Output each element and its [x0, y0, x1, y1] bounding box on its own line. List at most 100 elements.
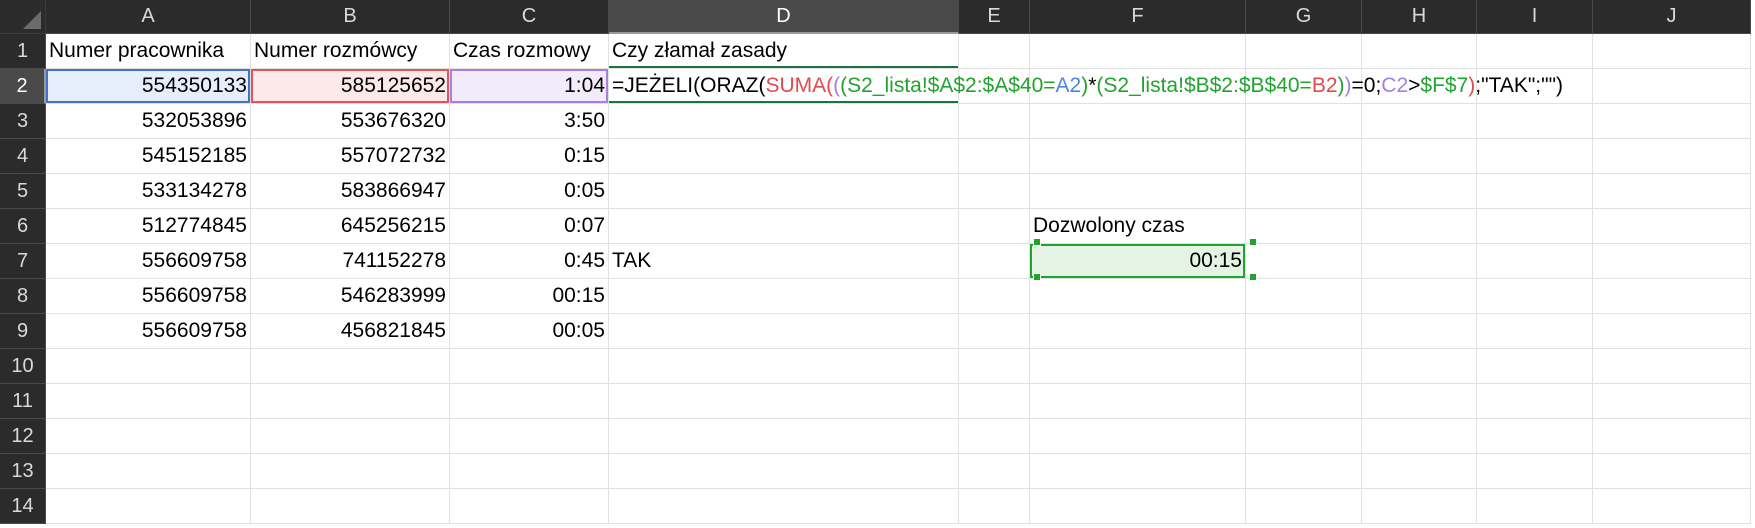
cell-h4[interactable] — [1362, 139, 1477, 174]
cell-a10[interactable] — [46, 349, 251, 384]
cell-h12[interactable] — [1362, 419, 1477, 454]
cell-d3[interactable] — [609, 104, 959, 139]
select-all-button[interactable] — [0, 0, 46, 34]
cell-g4[interactable] — [1246, 139, 1362, 174]
cell-i11[interactable] — [1477, 384, 1593, 419]
cell-c4[interactable]: 0:15 — [450, 139, 609, 174]
cell-e3[interactable] — [959, 104, 1030, 139]
cell-h9[interactable] — [1362, 314, 1477, 349]
cell-g5[interactable] — [1246, 174, 1362, 209]
cell-j10[interactable] — [1593, 349, 1751, 384]
row-header-10[interactable]: 10 — [0, 349, 46, 384]
range-handle-top-left[interactable] — [1033, 238, 1041, 246]
column-header-f[interactable]: F — [1030, 0, 1246, 34]
cell-a9[interactable]: 556609758 — [46, 314, 251, 349]
cell-i5[interactable] — [1477, 174, 1593, 209]
cell-c11[interactable] — [450, 384, 609, 419]
cell-f10[interactable] — [1030, 349, 1246, 384]
cell-d8[interactable] — [609, 279, 959, 314]
range-handle-bottom-right[interactable] — [1249, 273, 1257, 281]
cell-f13[interactable] — [1030, 454, 1246, 489]
column-header-i[interactable]: I — [1477, 0, 1593, 34]
cell-j1[interactable] — [1593, 34, 1751, 69]
column-header-d[interactable]: D — [609, 0, 959, 34]
row-header-9[interactable]: 9 — [0, 314, 46, 349]
row-header-11[interactable]: 11 — [0, 384, 46, 419]
cell-h6[interactable] — [1362, 209, 1477, 244]
cell-a5[interactable]: 533134278 — [46, 174, 251, 209]
cell-a2[interactable]: 554350133 — [46, 69, 251, 104]
row-header-5[interactable]: 5 — [0, 174, 46, 209]
cell-f3[interactable] — [1030, 104, 1246, 139]
cell-b3[interactable]: 553676320 — [251, 104, 450, 139]
cell-d9[interactable] — [609, 314, 959, 349]
cell-g3[interactable] — [1246, 104, 1362, 139]
row-header-4[interactable]: 4 — [0, 139, 46, 174]
cell-c5[interactable]: 0:05 — [450, 174, 609, 209]
cell-b5[interactable]: 583866947 — [251, 174, 450, 209]
cell-f7[interactable]: 00:15 — [1030, 244, 1246, 279]
cell-c12[interactable] — [450, 419, 609, 454]
cell-f6[interactable]: Dozwolony czas — [1030, 209, 1246, 244]
cell-g8[interactable] — [1246, 279, 1362, 314]
cell-i12[interactable] — [1477, 419, 1593, 454]
row-header-3[interactable]: 3 — [0, 104, 46, 139]
cell-j3[interactable] — [1593, 104, 1751, 139]
cell-g6[interactable] — [1246, 209, 1362, 244]
column-header-a[interactable]: A — [46, 0, 251, 34]
cell-h14[interactable] — [1362, 489, 1477, 524]
cell-b12[interactable] — [251, 419, 450, 454]
cell-h7[interactable] — [1362, 244, 1477, 279]
range-handle-bottom-left[interactable] — [1033, 273, 1041, 281]
row-header-8[interactable]: 8 — [0, 279, 46, 314]
cell-a4[interactable]: 545152185 — [46, 139, 251, 174]
cell-b4[interactable]: 557072732 — [251, 139, 450, 174]
cell-e12[interactable] — [959, 419, 1030, 454]
cell-f12[interactable] — [1030, 419, 1246, 454]
row-header-6[interactable]: 6 — [0, 209, 46, 244]
cell-c14[interactable] — [450, 489, 609, 524]
cell-e9[interactable] — [959, 314, 1030, 349]
cell-g11[interactable] — [1246, 384, 1362, 419]
cell-i3[interactable] — [1477, 104, 1593, 139]
cell-b9[interactable]: 456821845 — [251, 314, 450, 349]
cell-b7[interactable]: 741152278 — [251, 244, 450, 279]
cell-h5[interactable] — [1362, 174, 1477, 209]
cell-d12[interactable] — [609, 419, 959, 454]
cell-a7[interactable]: 556609758 — [46, 244, 251, 279]
cell-e5[interactable] — [959, 174, 1030, 209]
cell-e6[interactable] — [959, 209, 1030, 244]
cell-d4[interactable] — [609, 139, 959, 174]
cell-j13[interactable] — [1593, 454, 1751, 489]
cell-h8[interactable] — [1362, 279, 1477, 314]
cell-a1[interactable]: Numer pracownika — [46, 34, 251, 69]
cell-f9[interactable] — [1030, 314, 1246, 349]
column-header-j[interactable]: J — [1593, 0, 1751, 34]
cell-a8[interactable]: 556609758 — [46, 279, 251, 314]
cell-c10[interactable] — [450, 349, 609, 384]
cell-h11[interactable] — [1362, 384, 1477, 419]
cell-a12[interactable] — [46, 419, 251, 454]
cell-d6[interactable] — [609, 209, 959, 244]
cell-b2[interactable]: 585125652 — [251, 69, 450, 104]
cell-c3[interactable]: 3:50 — [450, 104, 609, 139]
cell-i14[interactable] — [1477, 489, 1593, 524]
cell-d2-formula-editor[interactable]: =JEŻELI(ORAZ(SUMA(((S2_lista!$A$2:$A$40=… — [609, 69, 1563, 104]
cell-j9[interactable] — [1593, 314, 1751, 349]
cell-g7[interactable] — [1246, 244, 1362, 279]
cell-j5[interactable] — [1593, 174, 1751, 209]
cell-d10[interactable] — [609, 349, 959, 384]
cell-c8[interactable]: 00:15 — [450, 279, 609, 314]
cell-c9[interactable]: 00:05 — [450, 314, 609, 349]
cell-a11[interactable] — [46, 384, 251, 419]
cell-i4[interactable] — [1477, 139, 1593, 174]
range-handle-top-right[interactable] — [1249, 238, 1257, 246]
row-header-2[interactable]: 2 — [0, 69, 46, 104]
cell-d13[interactable] — [609, 454, 959, 489]
cell-f11[interactable] — [1030, 384, 1246, 419]
cell-d14[interactable] — [609, 489, 959, 524]
cell-e10[interactable] — [959, 349, 1030, 384]
cell-b13[interactable] — [251, 454, 450, 489]
cell-f8[interactable] — [1030, 279, 1246, 314]
cell-a14[interactable] — [46, 489, 251, 524]
